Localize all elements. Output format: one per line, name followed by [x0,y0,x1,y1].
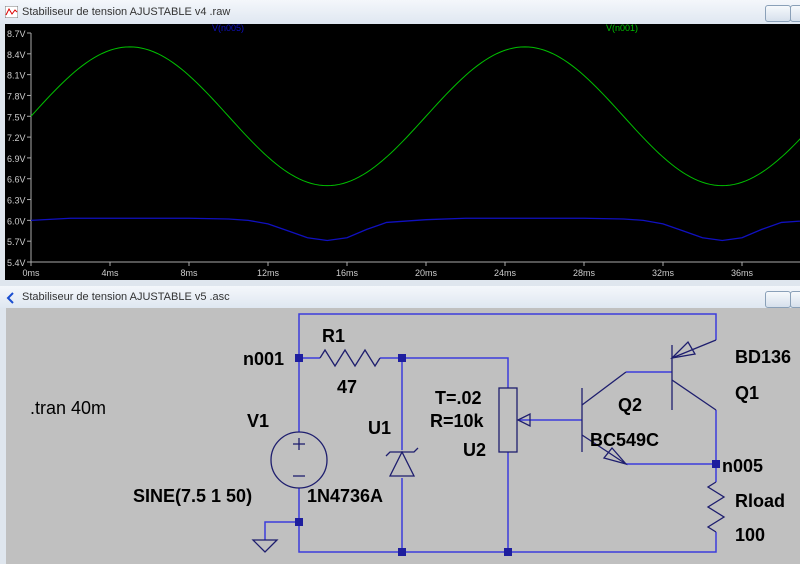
x-tick-label: 24ms [494,268,517,278]
x-tick-label: 28ms [573,268,596,278]
x-tick-label: 0ms [22,268,40,278]
x-tick-label: 36ms [731,268,754,278]
y-tick-label: 5.4V [7,258,26,268]
tran-directive[interactable]: .tran 40m [30,398,106,418]
x-tick-label: 20ms [415,268,438,278]
schematic-canvas[interactable]: .tran 40m n001 R1 47 V1 SINE(7.5 1 50) U… [0,308,800,564]
legend-v-n001: V(n001) [606,24,638,33]
plot-background [5,24,800,280]
y-tick-label: 8.1V [7,71,26,81]
schematic-window-title: Stabiliseur de tension AJUSTABLE v5 .asc [22,291,230,303]
y-tick-label: 6.6V [7,175,26,185]
x-tick-label: 4ms [101,268,119,278]
y-tick-label: 7.2V [7,133,26,143]
schematic-window-titlebar: Stabiliseur de tension AJUSTABLE v5 .asc [0,286,800,308]
y-tick-label: 7.8V [7,91,26,101]
x-tick-label: 16ms [336,268,359,278]
u2-t-param: T=.02 [435,388,482,408]
x-tick-label: 8ms [180,268,198,278]
schematic-icon [6,292,14,304]
schematic-minimize-button[interactable] [765,291,791,308]
y-tick-label: 6.9V [7,154,26,164]
q1-value: BD136 [735,347,791,367]
u1-name: U1 [368,418,391,438]
y-tick-label: 7.5V [7,112,26,122]
u2-r-param: R=10k [430,411,485,431]
y-tick-label: 8.7V [7,29,26,39]
minimize-button[interactable] [765,5,791,22]
q2-name: Q2 [618,395,642,415]
y-tick-label: 5.7V [7,237,26,247]
plot-window-titlebar: Stabiliseur de tension AJUSTABLE v4 .raw [0,0,800,24]
y-tick-label: 8.4V [7,50,26,60]
q1-name: Q1 [735,383,759,403]
x-tick-label: 32ms [652,268,675,278]
u1-value: 1N4736A [307,486,383,506]
y-tick-label: 6.0V [7,216,26,226]
y-tick-label: 6.3V [7,196,26,206]
schematic-maximize-button[interactable] [790,291,800,308]
q2-value: BC549C [590,430,659,450]
label-n001: n001 [243,349,284,369]
x-tick-label: 12ms [257,268,280,278]
plot-window-title: Stabiliseur de tension AJUSTABLE v4 .raw [22,6,231,18]
u2-name: U2 [463,440,486,460]
waveform-plot[interactable]: 8.7V 8.4V 8.1V 7.8V 7.5V 7.2V 6.9V 6.6V 6.3V 6.0V… [0,24,800,282]
legend-v-n005: V(n005) [212,24,244,33]
rload-name: Rload [735,491,785,511]
maximize-button[interactable] [790,5,800,22]
r1-value: 47 [337,377,357,397]
rload-value: 100 [735,525,765,545]
v1-name: V1 [247,411,269,431]
v1-value: SINE(7.5 1 50) [133,486,252,506]
label-n005: n005 [722,456,763,476]
r1-name: R1 [322,326,345,346]
waveform-icon [5,6,18,18]
